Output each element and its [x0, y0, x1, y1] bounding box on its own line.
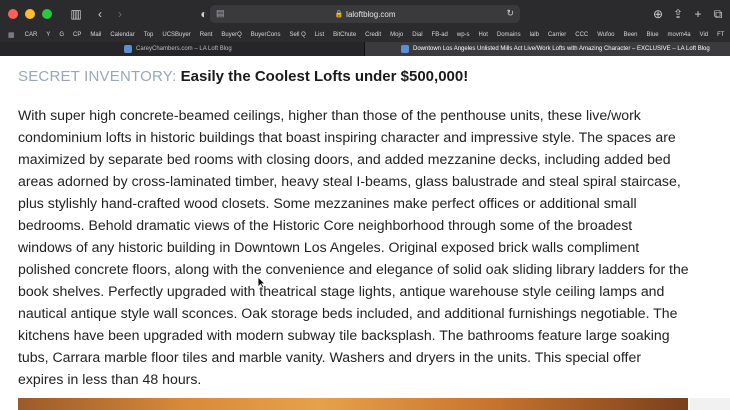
bookmark-item[interactable]: Hot	[479, 32, 488, 38]
url-text: lalo​ftblog.com	[346, 9, 396, 19]
bookmark-item[interactable]: BitChute	[333, 32, 356, 38]
address-bar[interactable]: ▤ 🔒 lalo​ftblog.com ↻	[210, 5, 520, 23]
bookmark-item[interactable]: FB-ad	[432, 32, 448, 38]
window-controls	[8, 9, 52, 19]
tab-label: Downtown Los Angeles Unlisted Mills Act …	[413, 46, 710, 52]
close-window-button[interactable]	[8, 9, 18, 19]
headline-kicker: SECRET INVENTORY:	[18, 68, 177, 85]
bookmark-item[interactable]: UCSBuyer	[162, 32, 190, 38]
bookmark-item[interactable]: Rent	[200, 32, 213, 38]
bookmark-item[interactable]: BuyerQ	[221, 32, 241, 38]
bookmark-item[interactable]: Calendar	[110, 32, 134, 38]
new-tab-icon[interactable]: +	[690, 6, 706, 22]
tab-downtown-lofts[interactable]: Downtown Los Angeles Unlisted Mills Act …	[365, 42, 730, 56]
tab-overview-icon[interactable]: ⧉	[710, 6, 726, 22]
tab-favicon	[401, 45, 409, 53]
article-body: With super high concrete-beamed ceilings…	[18, 107, 689, 387]
article-hero-image	[18, 398, 688, 410]
bookmark-item[interactable]: Blue	[647, 32, 659, 38]
bookmark-item[interactable]: Top	[144, 32, 154, 38]
tab-bar: CareyChambers.com – LA Loft Blog Downtow…	[0, 42, 730, 56]
bookmark-item[interactable]: Dial	[412, 32, 422, 38]
bookmark-item[interactable]: Wufoo	[597, 32, 614, 38]
article: SECRET INVENTORY: Easily the Coolest Lof…	[18, 62, 690, 390]
page-margin	[690, 398, 730, 410]
bookmark-item[interactable]: Y	[46, 32, 50, 38]
article-headline: SECRET INVENTORY: Easily the Coolest Lof…	[18, 62, 690, 88]
lock-icon: 🔒	[334, 11, 344, 18]
bookmark-item[interactable]: CP	[73, 32, 81, 38]
bookmark-item[interactable]: CCC	[575, 32, 588, 38]
bookmark-item[interactable]: Carrier	[548, 32, 566, 38]
bookmarks-bar: ▦ CAR Y G CP Mail Calendar Top UCSBuyer Rent Buye…	[0, 28, 730, 42]
headline-title: Easily the Coolest Lofts under $500,000!	[180, 68, 469, 85]
page-icon: ▤	[216, 8, 225, 18]
tab-favicon	[124, 45, 132, 53]
bookmark-item[interactable]: Mail	[90, 32, 101, 38]
bookmark-item[interactable]: Mojo	[390, 32, 403, 38]
bookmark-item[interactable]: BuyerCons	[251, 32, 281, 38]
bookmark-item[interactable]: movm4a	[668, 32, 691, 38]
bookmark-item[interactable]: G	[59, 32, 64, 38]
minimize-window-button[interactable]	[25, 9, 35, 19]
bookmark-item[interactable]: List	[315, 32, 324, 38]
browser-toolbar: ▥ ‹ › ◐ ▤ 🔒 lalo​ftblog.com ↻ ⊕ ⇪ + ⧉	[0, 0, 730, 28]
reload-icon[interactable]: ↻	[506, 8, 514, 19]
bookmarks-sidebar-icon[interactable]: ▦	[8, 31, 15, 39]
forward-icon[interactable]: ›	[112, 6, 128, 22]
bookmark-item[interactable]: CAR	[25, 32, 38, 38]
tab-careychambers[interactable]: CareyChambers.com – LA Loft Blog	[0, 42, 365, 56]
mouse-cursor-icon	[257, 276, 266, 289]
tab-label: CareyChambers.com – LA Loft Blog	[136, 46, 232, 52]
bookmark-item[interactable]: wp-s	[457, 32, 470, 38]
bookmark-item[interactable]: Credit	[365, 32, 381, 38]
zoom-window-button[interactable]	[42, 9, 52, 19]
bookmark-item[interactable]: Been	[624, 32, 638, 38]
bookmark-item[interactable]: Sell Q	[289, 32, 305, 38]
toolbar-right-actions: ⊕ ⇪ + ⧉	[650, 6, 726, 22]
sidebar-icon[interactable]: ▥	[68, 6, 84, 22]
bookmark-item[interactable]: Vid	[700, 32, 709, 38]
back-icon[interactable]: ‹	[92, 6, 108, 22]
bookmark-item[interactable]: lalb	[530, 32, 539, 38]
share-icon[interactable]: ⇪	[670, 6, 686, 22]
bookmark-item[interactable]: FT	[717, 32, 724, 38]
download-icon[interactable]: ⊕	[650, 6, 666, 22]
bookmark-item[interactable]: Domains	[497, 32, 521, 38]
